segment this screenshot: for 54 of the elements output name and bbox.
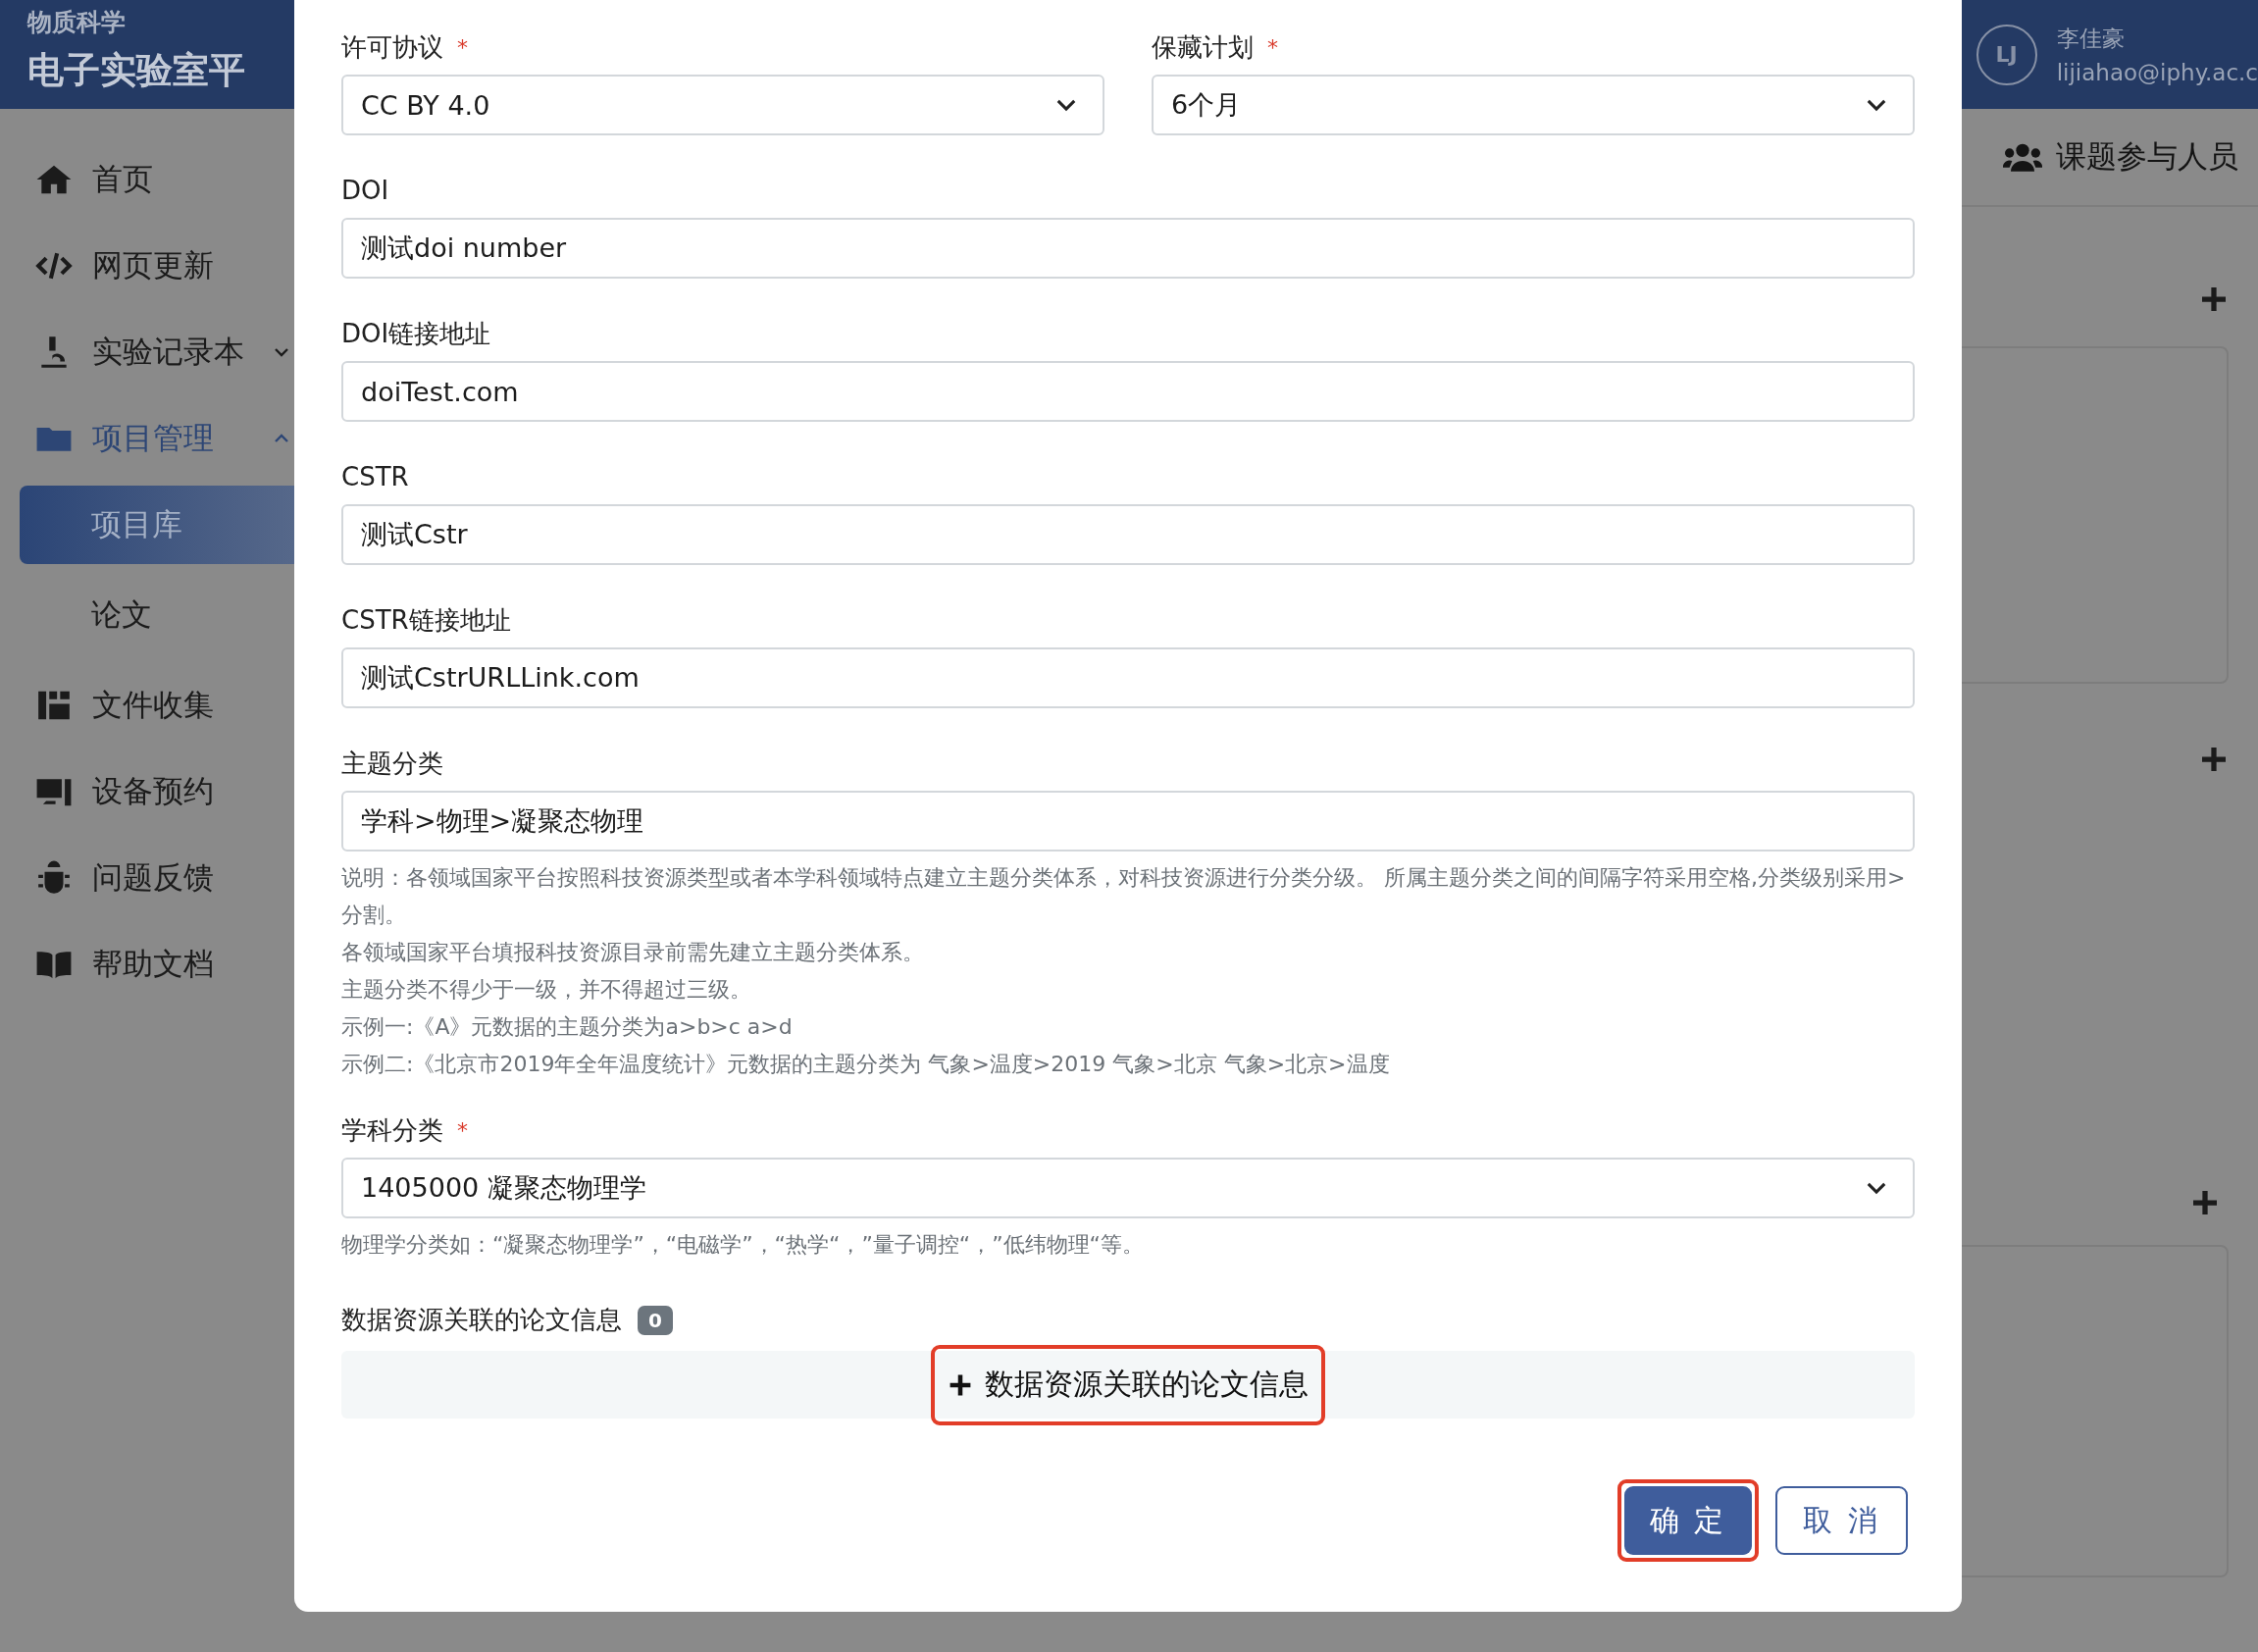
input-field[interactable]: 学科>物理>凝聚态物理: [341, 791, 1915, 852]
user-email: lijiahao@iphy.ac.c: [2056, 60, 2258, 85]
required-mark: *: [1267, 34, 1278, 60]
required-mark: *: [457, 34, 468, 60]
field-label: 学科分类: [341, 1113, 443, 1147]
sidebar-item[interactable]: 问题反馈: [0, 835, 294, 921]
input-field[interactable]: doiTest.com: [341, 361, 1915, 422]
section-label: 数据资源关联的论文信息: [341, 1304, 622, 1336]
sidebar-item[interactable]: 项目管理: [0, 395, 294, 482]
sidebar-item[interactable]: 设备预约: [0, 749, 294, 835]
confirm-button[interactable]: 确 定: [1623, 1486, 1753, 1555]
field-label: CSTR: [341, 462, 409, 491]
select-field[interactable]: 1405000 凝聚态物理学: [341, 1158, 1915, 1218]
sidebar-item[interactable]: 实验记录本: [0, 309, 294, 395]
help-text: 示例二:《北京市2019年全年温度统计》元数据的主题分类为 气象>温度>2019 气象>北京 气象>北京>温度: [341, 1051, 1391, 1078]
add-paper-button[interactable]: 数据资源关联的论文信息: [938, 1351, 1318, 1419]
input-field[interactable]: 测试doi number: [341, 218, 1915, 279]
select-field[interactable]: 6个月: [1152, 75, 1915, 135]
user-name: 李佳豪: [2056, 25, 2126, 53]
required-mark: *: [457, 1117, 468, 1143]
sidebar-item[interactable]: 网页更新: [0, 223, 294, 309]
field-label: CSTR链接地址: [341, 603, 511, 637]
org-name: 物质科学: [27, 7, 127, 38]
add-icon[interactable]: [2199, 745, 2229, 774]
field-label: 主题分类: [341, 747, 443, 780]
chevron-icon: [1055, 98, 1077, 112]
add-icon[interactable]: [2190, 1188, 2220, 1217]
help-text: 主题分类不得少于一级，并不得超过三级。: [341, 976, 752, 1004]
nav-icon: [35, 859, 73, 897]
sidebar-item[interactable]: 帮助文档: [0, 921, 294, 1007]
help-text: 物理学分类如：“凝聚态物理学”，“电磁学”，“热学“，”量子调控“，”低纬物理“等。: [341, 1231, 1145, 1259]
participants-tab[interactable]: 课题参与人员: [2003, 109, 2238, 205]
sidebar-subitem[interactable]: 论文: [20, 576, 294, 654]
input-field[interactable]: 测试Cstr: [341, 504, 1915, 565]
help-text: 示例一:《A》元数据的主题分类为a>b>c a>d: [341, 1013, 794, 1041]
field-label: 保藏计划: [1152, 30, 1254, 64]
field-label: DOI: [341, 176, 389, 205]
help-text: 各领域国家平台填报科技资源目录前需先建立主题分类体系。: [341, 939, 925, 966]
select-field[interactable]: CC BY 4.0: [341, 75, 1104, 135]
count-badge: 0: [638, 1305, 673, 1335]
sidebar-item[interactable]: 首页: [0, 136, 294, 223]
cancel-button[interactable]: 取 消: [1775, 1486, 1908, 1555]
input-field[interactable]: 测试CstrURLLink.com: [341, 647, 1915, 708]
sidebar-item[interactable]: 文件收集: [0, 662, 294, 749]
platform-title: 电子实验室平: [27, 48, 245, 93]
chevron-icon: [1866, 98, 1887, 112]
add-icon[interactable]: [2199, 284, 2229, 314]
field-label: DOI链接地址: [341, 317, 491, 350]
help-text: 说明：各领域国家平台按照科技资源类型或者本学科领域特点建立主题分类体系，对科技资源进行分类分级。 所属主题分类之间的间隔字符采用空格,分类级别采用>分割。: [341, 864, 1907, 929]
sidebar-subitem[interactable]: 项目库: [20, 486, 294, 564]
users-icon: [2003, 142, 2042, 172]
user-avatar[interactable]: LJ: [1976, 24, 2037, 85]
chevron-icon: [1866, 1181, 1887, 1195]
field-label: 许可协议: [341, 30, 443, 64]
